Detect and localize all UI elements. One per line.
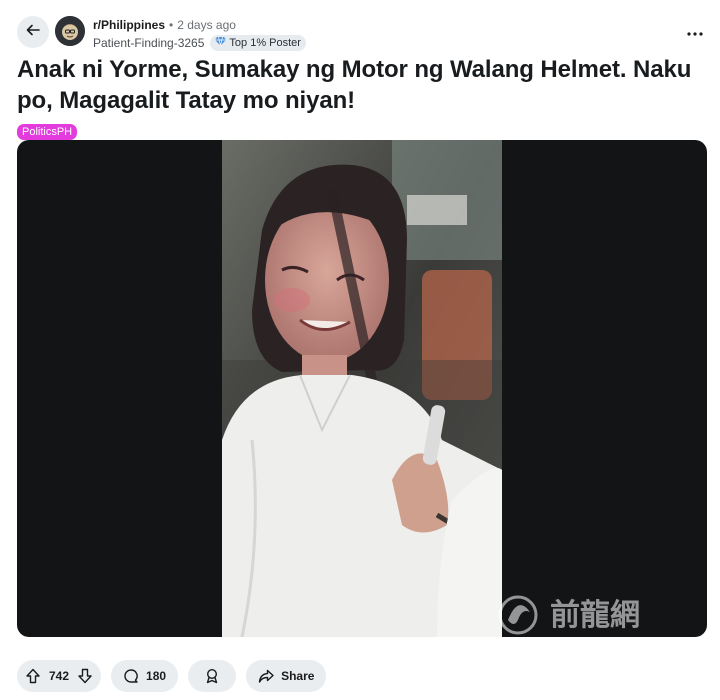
comments-button[interactable]: 180 — [111, 660, 179, 692]
post-action-bar: 742 180 Share — [17, 660, 327, 692]
watermark-logo: 前龍網 — [490, 590, 710, 640]
comment-icon — [123, 668, 139, 684]
author-name[interactable]: Patient-Finding-3265 — [93, 35, 204, 51]
diamond-icon — [215, 35, 227, 51]
watermark-text: 前龍網 — [550, 598, 640, 633]
back-button[interactable] — [17, 16, 49, 48]
video-thumbnail — [222, 140, 502, 637]
arrow-left-icon — [25, 22, 41, 43]
user-flair-label: Top 1% Poster — [229, 37, 301, 49]
vote-control: 742 — [17, 660, 102, 692]
award-button[interactable] — [188, 660, 237, 692]
downvote-icon[interactable] — [77, 668, 93, 684]
post-header: r/Philippines • 2 days ago Patient-Findi… — [17, 16, 707, 52]
post-title[interactable]: Anak ni Yorme, Sumakay ng Motor ng Walan… — [17, 54, 707, 116]
video-player[interactable] — [17, 140, 707, 637]
share-label: Share — [281, 669, 315, 683]
subreddit-avatar[interactable] — [55, 16, 85, 46]
meta-separator: • — [169, 18, 174, 32]
upvote-count: 742 — [49, 669, 70, 683]
post-flair[interactable]: PoliticsPH — [17, 124, 78, 140]
share-button[interactable]: Share — [246, 660, 327, 692]
subreddit-name[interactable]: r/Philippines — [93, 18, 165, 33]
award-icon — [204, 668, 220, 684]
post-meta: r/Philippines • 2 days ago Patient-Findi… — [93, 18, 306, 51]
user-flair-badge: Top 1% Poster — [210, 35, 306, 51]
more-horizontal-icon — [687, 23, 703, 41]
more-options-button[interactable] — [683, 22, 707, 42]
post-time: 2 days ago — [177, 18, 236, 32]
share-icon — [258, 668, 274, 684]
upvote-icon[interactable] — [25, 668, 41, 684]
comment-count: 180 — [146, 669, 167, 683]
